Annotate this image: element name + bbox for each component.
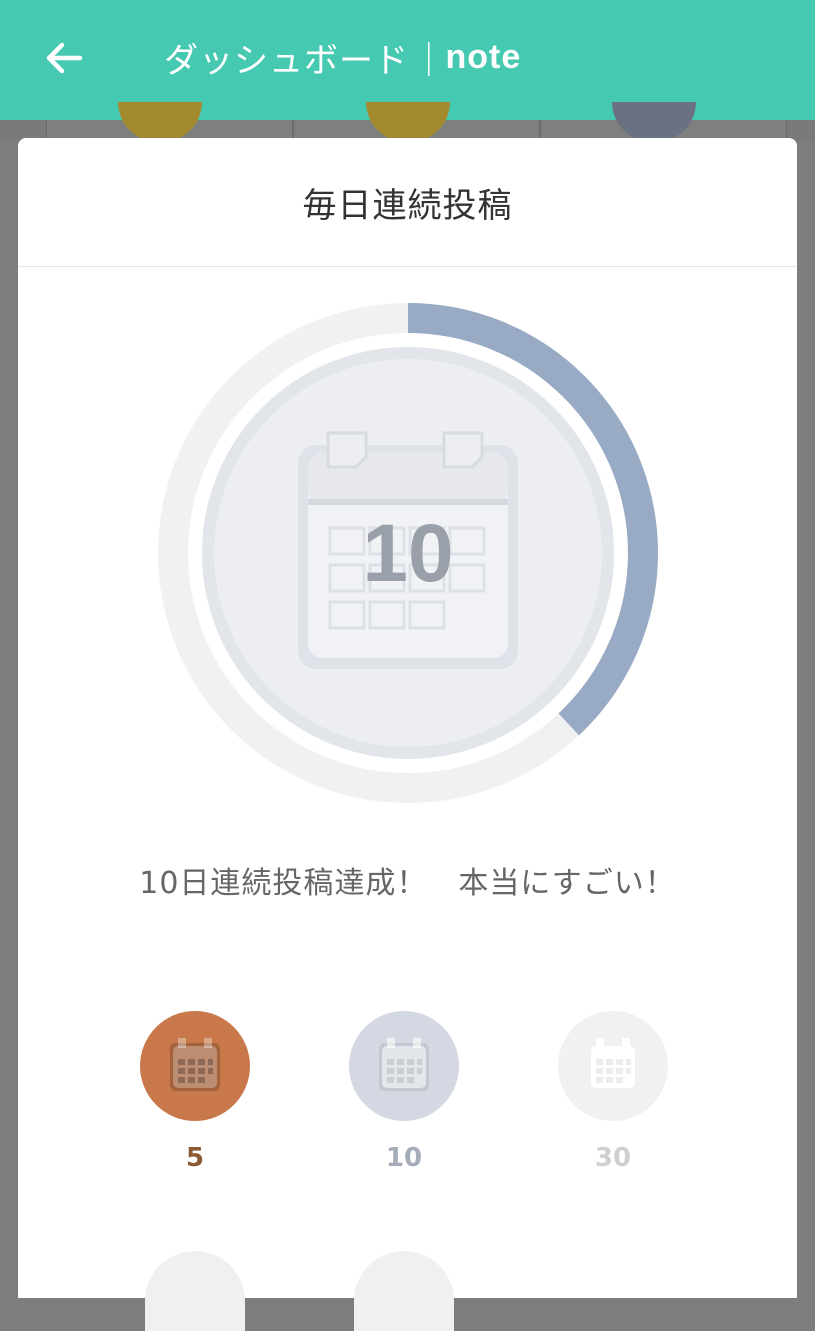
badge-locked-partial[interactable] [354,1251,454,1331]
badge-locked-partial[interactable] [145,1251,245,1331]
title-separator: | [423,37,436,77]
badge-label: 30 [594,1143,632,1173]
arrow-left-icon [46,42,83,74]
badge-label: 10 [385,1143,423,1173]
page-title: ダッシュボード | note [164,30,521,84]
page-title-text: ダッシュボード [164,40,409,81]
back-button[interactable] [38,34,90,82]
badge-10-days[interactable]: 10 [349,1011,459,1173]
badge-5-days[interactable]: 5 [140,1011,250,1173]
calendar-icon [591,1038,635,1088]
badge-number: 10 [362,508,453,599]
calendar-icon [379,1038,429,1091]
badge-icon-circle [140,1011,250,1121]
achievement-message: 10日連続投稿達成！ 本当にすごい！ [139,866,676,901]
modal-title: 毎日連続投稿 [18,138,797,267]
progress-ring: 10 [158,303,658,803]
badge-label: 5 [185,1143,205,1173]
badge-icon-circle [558,1011,668,1121]
badge-icon-circle [349,1011,459,1121]
calendar-icon [170,1038,220,1091]
badge-30-days[interactable]: 30 [558,1011,668,1173]
brand-name: note [445,37,522,76]
streak-modal: 毎日連続投稿 10 10日連続投稿達成！ 本当にすごい！ 5 10 30 [18,138,797,1331]
